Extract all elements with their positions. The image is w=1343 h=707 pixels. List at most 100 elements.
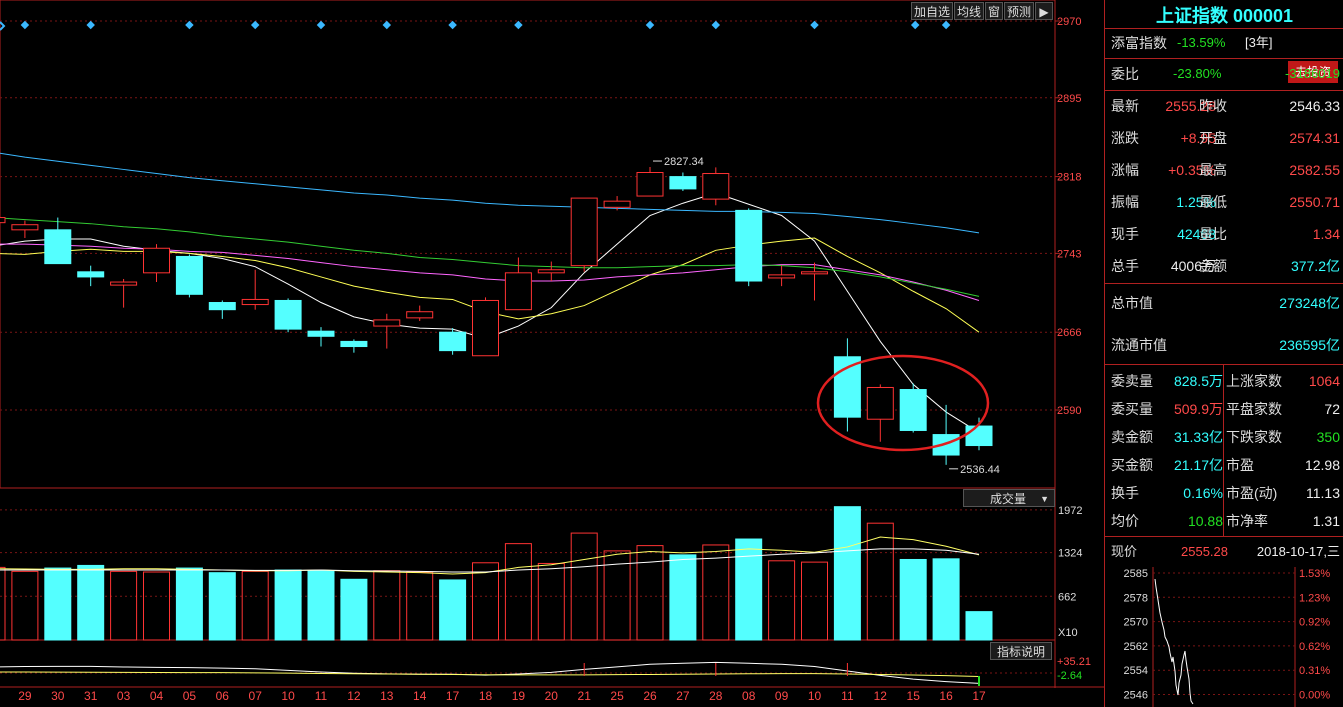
change-pct-label: 涨幅 [1111, 162, 1139, 178]
signal-marker [382, 20, 392, 30]
amount-label: 金额 [1199, 258, 1227, 274]
quote-row-2: 涨跌 +8.95 开盘 2574.31 [1105, 125, 1343, 151]
flat-count-value: 72 [1324, 401, 1340, 417]
indicator-help-button[interactable]: 指标说明 [990, 642, 1052, 660]
date-tick-label: 11 [841, 689, 854, 703]
mini-pct-label: 1.53% [1299, 568, 1330, 580]
pb-label: 市净率 [1226, 513, 1268, 529]
candle-body [110, 281, 138, 286]
add-watchlist-button[interactable]: 加自选 [911, 2, 953, 20]
volume-bar [439, 579, 467, 641]
high-label: 最高 [1199, 162, 1227, 178]
candle-body [0, 217, 6, 224]
depth-row-5: 换手 0.16% 市盈(动) 11.13 [1105, 480, 1343, 506]
signal-marker-edge [0, 21, 6, 31]
price-tick-label: 2970 [1057, 16, 1081, 28]
date-tick-label: 16 [939, 689, 953, 703]
depth-row-6: 均价 10.88 市净率 1.31 [1105, 508, 1343, 534]
candle [0, 217, 6, 224]
volume-bar [472, 562, 499, 641]
signal-marker [645, 20, 655, 30]
x10-label: X10 [1058, 627, 1078, 639]
weibi-pct: -23.80% [1173, 66, 1222, 81]
signal-marker [711, 20, 721, 30]
volume-bar [669, 554, 697, 641]
price-panel-frame [0, 0, 1056, 489]
signal-marker [316, 20, 326, 30]
candle [866, 384, 894, 442]
volume-select[interactable]: 成交量 ▼ [963, 489, 1055, 507]
date-tick-label: 29 [18, 689, 32, 703]
window-button[interactable]: 窗 [985, 2, 1003, 20]
pb-value: 1.31 [1312, 513, 1340, 529]
candle [932, 404, 960, 465]
mini-price-label: 2570 [1124, 617, 1148, 629]
signal-marker [941, 20, 951, 30]
date-tick-label: 21 [578, 689, 592, 703]
candle-body [472, 299, 499, 357]
signal-marker [910, 20, 920, 30]
candle [801, 262, 828, 301]
play-icon[interactable]: ▶ [1035, 2, 1053, 20]
amount-value: 377.2亿 [1290, 258, 1340, 274]
now-price-label: 现价 [1111, 544, 1138, 559]
volume-bar [0, 566, 6, 641]
depth-row-4: 买金额 21.17亿 市盈 12.98 [1105, 452, 1343, 478]
candle [570, 197, 598, 272]
ma-lines-button[interactable]: 均线 [954, 2, 984, 20]
volume-bar [537, 562, 565, 641]
tianfu-value: -13.59% [1177, 35, 1226, 50]
weibi-label: 委比 [1111, 66, 1139, 82]
date-tick-label: 11 [315, 689, 328, 703]
turnover-value: 0.16% [1183, 485, 1223, 501]
mini-price-label: 2578 [1124, 592, 1148, 604]
annotation-label: 2827.34 [664, 156, 704, 168]
mkt-cap-value: 273248亿 [1279, 295, 1340, 311]
page-title: 上证指数 000001 [1155, 6, 1294, 26]
float-cap-row: 流通市值 236595亿 [1105, 332, 1343, 358]
total-hand-label: 总手 [1111, 258, 1139, 274]
ask-vol-label: 委卖量 [1111, 373, 1153, 389]
candle-body [406, 311, 434, 319]
volume-bar [11, 570, 39, 641]
price-tick-label: 2590 [1057, 405, 1081, 417]
date-tick-label: 12 [874, 689, 888, 703]
candle-body [702, 173, 730, 200]
latest-label: 最新 [1111, 98, 1139, 114]
volume-bar [866, 522, 894, 641]
date-tick-label: 30 [51, 689, 65, 703]
forecast-button[interactable]: 预测 [1004, 2, 1034, 20]
candle-body [44, 229, 72, 265]
date-tick-label: 27 [676, 689, 690, 703]
candle-body [636, 172, 664, 197]
float-cap-label: 流通市值 [1111, 337, 1167, 353]
tianfu-label: 添富指数 [1111, 35, 1167, 51]
volume-bar [570, 532, 598, 641]
volume-bar [77, 564, 105, 641]
candle-body [307, 330, 335, 337]
flat-count-label: 平盘家数 [1226, 401, 1282, 417]
date-tick-label: 04 [150, 689, 164, 703]
volume-bar [274, 569, 302, 641]
volume-bar [801, 561, 828, 641]
date-tick-label: 14 [413, 689, 427, 703]
mini-pct-label: 0.31% [1299, 665, 1330, 677]
pe-dyn-label: 市盈(动) [1226, 485, 1278, 501]
candle [537, 261, 565, 282]
annotation-label: 2536.44 [960, 464, 1000, 476]
candle-body [143, 247, 170, 274]
signal-marker [448, 20, 457, 30]
candle-body [439, 331, 467, 352]
candle [636, 167, 664, 197]
candle-body [570, 197, 598, 267]
mini-price-label: 2585 [1124, 568, 1148, 580]
candle [241, 269, 269, 310]
price-axis: 2970 2895 2818 2743 2666 2590 [1055, 16, 1081, 417]
candle [833, 338, 861, 432]
candle [307, 327, 335, 347]
pe-value: 12.98 [1304, 457, 1340, 473]
volume-bar [965, 611, 993, 641]
price-tick-label: 2895 [1057, 93, 1081, 105]
quote-row-3: 涨幅 +0.35% 最高 2582.55 [1105, 157, 1343, 183]
date-tick-label: 31 [84, 689, 98, 703]
